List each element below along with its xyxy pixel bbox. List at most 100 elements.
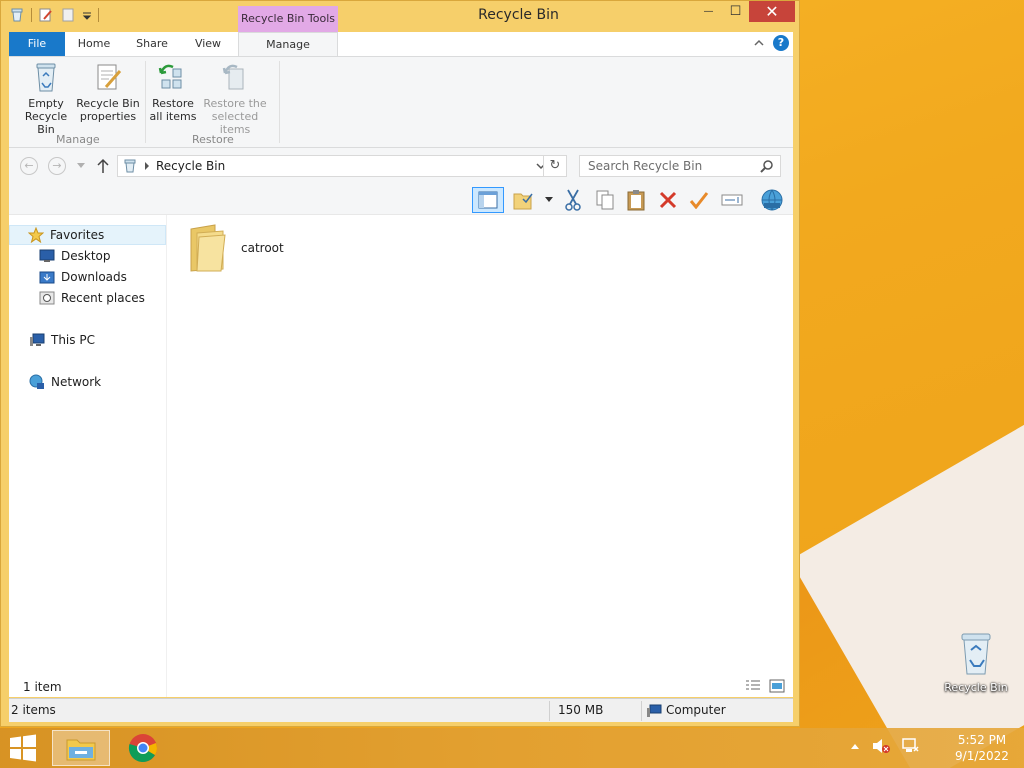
desktop-icon [39, 249, 55, 262]
recent-places-icon [39, 291, 55, 305]
select-all-button[interactable] [686, 187, 712, 213]
recycle-bin-location-icon [124, 159, 136, 173]
restore-all-icon [158, 64, 182, 89]
back-arrow-icon: ← [24, 159, 34, 172]
restore-selected-icon [222, 64, 244, 90]
properties-icon [97, 64, 122, 90]
group-label-manage: Manage [56, 133, 100, 146]
taskbar-clock[interactable]: 5:52 PM 9/1/2022 [940, 732, 1024, 764]
recycle-bin-small-icon[interactable] [9, 7, 25, 23]
delete-button[interactable] [655, 187, 681, 213]
tab-manage[interactable]: Manage [238, 32, 338, 57]
title-bar[interactable]: Recycle Bin Tools Recycle Bin — ☐ ✕ [1, 1, 799, 32]
globe-button[interactable] [759, 187, 785, 213]
tab-home[interactable]: Home [69, 32, 119, 56]
qat-separator-2 [98, 8, 99, 22]
restore-selected-label-1: Restore the [203, 97, 267, 110]
computer-icon [30, 333, 45, 346]
large-icons-view-icon[interactable] [769, 679, 785, 693]
search-icon[interactable] [760, 159, 774, 173]
new-folder-dropdown-icon[interactable] [545, 197, 553, 203]
details-view-icon[interactable] [745, 679, 761, 693]
empty-recycle-bin-icon [36, 63, 56, 92]
scissors-icon [565, 189, 581, 211]
clipboard-icon [627, 190, 645, 211]
show-hidden-icons-icon[interactable] [850, 742, 860, 750]
forward-button[interactable]: → [48, 157, 66, 175]
qat-separator [31, 8, 32, 22]
search-placeholder: Search Recycle Bin [588, 159, 703, 173]
volume-muted-icon[interactable] [872, 738, 890, 754]
content-area: Favorites Desktop Downloads Recent place… [9, 215, 793, 697]
start-button[interactable] [8, 734, 38, 765]
copy-icon [596, 190, 614, 210]
nav-downloads[interactable]: Downloads [39, 267, 127, 287]
command-toolbar [9, 184, 793, 215]
up-arrow-icon[interactable] [97, 158, 109, 174]
clock-date: 9/1/2022 [955, 749, 1009, 763]
nav-recent-label: Recent places [61, 291, 145, 305]
refresh-icon: ↻ [549, 158, 561, 173]
properties-label-1: Recycle Bin [76, 97, 140, 110]
help-icon[interactable]: ? [773, 35, 789, 51]
star-icon [28, 227, 44, 243]
nav-recent-places[interactable]: Recent places [39, 288, 145, 308]
properties-small-icon[interactable] [38, 7, 54, 23]
status-divider-2 [641, 701, 642, 721]
desktop-recycle-bin[interactable]: Recycle Bin [944, 630, 1008, 694]
tab-view[interactable]: View [183, 32, 233, 56]
rename-icon [721, 194, 743, 206]
qat-dropdown-icon[interactable] [82, 7, 92, 23]
nav-favorites[interactable]: Favorites [9, 225, 166, 245]
restore-selected-items-button[interactable]: Restore the selected items [197, 61, 273, 136]
maximize-button[interactable]: ☐ [722, 1, 749, 22]
new-folder-button[interactable] [511, 187, 537, 213]
paste-button[interactable] [623, 187, 649, 213]
network-tray-icon[interactable] [902, 738, 920, 754]
maximize-icon: ☐ [729, 4, 742, 19]
breadcrumb-chevron-icon[interactable] [144, 162, 150, 170]
restore-all-items-button[interactable]: Restore all items [149, 61, 197, 123]
nav-pane-divider[interactable] [166, 215, 167, 697]
checkmark-icon [689, 192, 709, 209]
windows-logo-icon [10, 734, 36, 762]
chrome-icon [128, 734, 157, 763]
minimize-button[interactable]: — [695, 1, 722, 22]
address-bar-row: ← → Recycle Bin ↻ Search Recycle Bin [9, 148, 793, 184]
address-field[interactable]: Recycle Bin [117, 155, 551, 177]
status-divider-1 [549, 701, 550, 721]
desktop-recycle-bin-label: Recycle Bin [944, 681, 1008, 694]
folder-check-icon [513, 193, 533, 210]
back-button[interactable]: ← [20, 157, 38, 175]
nav-desktop[interactable]: Desktop [39, 246, 111, 266]
refresh-button[interactable]: ↻ [543, 155, 567, 177]
taskbar-chrome[interactable] [114, 730, 172, 766]
recent-locations-dropdown-icon[interactable] [77, 163, 85, 169]
search-input[interactable]: Search Recycle Bin [579, 155, 781, 177]
rename-button[interactable] [719, 187, 745, 213]
preview-pane-button[interactable] [472, 187, 504, 213]
globe-icon [761, 189, 783, 211]
item-count: 1 item [23, 680, 62, 694]
empty-recycle-bin-button[interactable]: Empty Recycle Bin [15, 61, 77, 136]
new-folder-small-icon[interactable] [60, 7, 76, 23]
recycle-bin-properties-button[interactable]: Recycle Bin properties [75, 61, 141, 123]
cut-button[interactable] [560, 187, 586, 213]
context-tab-label: Recycle Bin Tools [238, 6, 338, 32]
file-item-catroot[interactable]: catroot [185, 223, 284, 273]
group-separator [145, 61, 146, 143]
taskbar-file-explorer[interactable] [52, 730, 110, 766]
tab-file[interactable]: File [9, 32, 65, 56]
collapse-ribbon-icon[interactable] [753, 38, 765, 48]
system-tray [850, 738, 920, 754]
close-button[interactable]: ✕ [749, 1, 795, 22]
copy-button[interactable] [592, 187, 618, 213]
ribbon-tabs: File Home Share View Manage ? [9, 32, 793, 57]
nav-favorites-label: Favorites [50, 228, 105, 242]
nav-network[interactable]: Network [29, 372, 101, 392]
nav-downloads-label: Downloads [61, 270, 127, 284]
tab-share[interactable]: Share [127, 32, 177, 56]
nav-this-pc[interactable]: This PC [29, 330, 95, 350]
view-switcher [745, 679, 785, 693]
folder-icon [190, 224, 226, 272]
